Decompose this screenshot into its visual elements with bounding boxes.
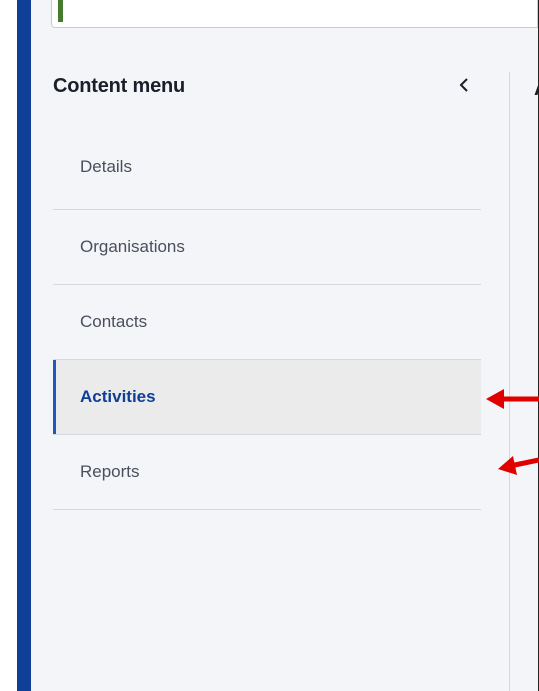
menu-item-activities[interactable]: Activities	[53, 360, 481, 435]
menu-item-label: Contacts	[80, 312, 148, 331]
annotation-arrow-reports	[498, 456, 539, 475]
menu-item-label: Organisations	[80, 237, 185, 256]
window-frame-left	[0, 0, 31, 691]
menu-item-reports[interactable]: Reports	[53, 435, 481, 510]
menu-item-details[interactable]: Details	[53, 124, 481, 210]
app-side-stripe	[17, 0, 31, 691]
content-menu: Content menu Details Organisations Conta…	[53, 60, 481, 510]
menu-item-organisations[interactable]: Organisations	[53, 210, 481, 285]
menu-item-label: Details	[80, 156, 132, 176]
annotation-arrow-activities	[486, 389, 539, 409]
top-card-accent	[58, 0, 63, 22]
menu-item-label: Reports	[80, 462, 140, 481]
chevron-left-icon	[459, 78, 468, 92]
menu-item-label: Activities	[80, 387, 156, 406]
content-menu-title: Content menu	[53, 74, 186, 97]
collapse-menu-button[interactable]	[453, 73, 475, 97]
content-menu-header: Content menu	[53, 60, 481, 124]
top-card	[51, 0, 538, 28]
column-divider	[509, 72, 510, 691]
page-area: Content menu Details Organisations Conta…	[31, 0, 539, 691]
menu-item-contacts[interactable]: Contacts	[53, 285, 481, 360]
content-menu-list: Details Organisations Contacts Activitie…	[53, 124, 481, 510]
